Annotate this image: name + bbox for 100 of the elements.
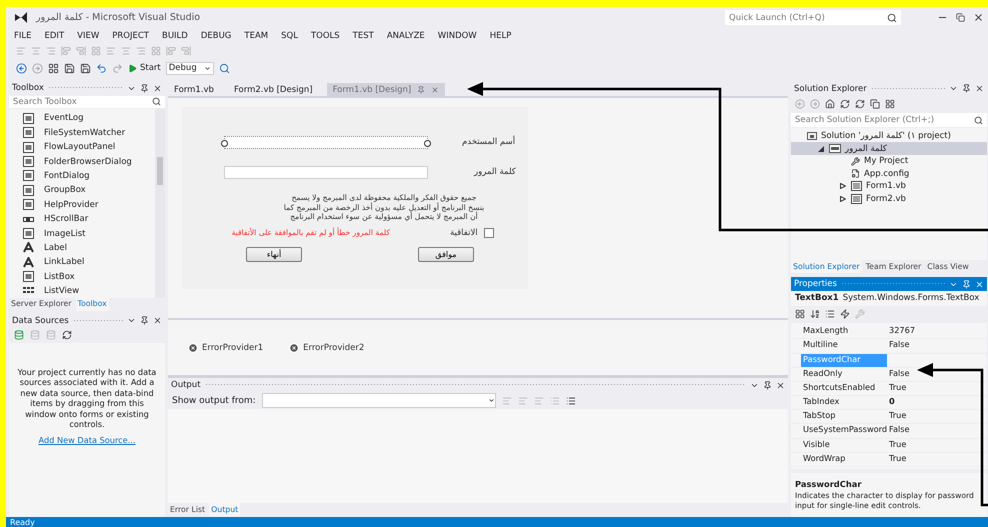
search-icon[interactable] bbox=[887, 12, 897, 22]
toolbox-item[interactable]: EventLog bbox=[9, 111, 155, 126]
toolbox-item[interactable]: ListView bbox=[9, 284, 155, 298]
toolbox-item[interactable]: FlowLayoutPanel bbox=[9, 140, 155, 154]
close-icon[interactable] bbox=[153, 316, 162, 326]
property-value[interactable]: True bbox=[887, 452, 906, 466]
add-data-source-icon[interactable] bbox=[14, 330, 24, 340]
search-field[interactable]: Search Solution Explorer (Ctrl+;) bbox=[791, 113, 987, 127]
toolbox-item[interactable]: LinkLabel bbox=[9, 255, 155, 270]
search-field[interactable]: Search Toolbox bbox=[9, 96, 165, 108]
toolbox-item[interactable]: ListBox bbox=[9, 269, 155, 284]
component-item[interactable]: ErrorProvider1 bbox=[188, 342, 264, 352]
menu-item[interactable]: PROJECT bbox=[112, 30, 149, 40]
exit-button[interactable]: أنهاء bbox=[246, 247, 302, 262]
menu-item[interactable]: FILE bbox=[14, 30, 32, 40]
menu-item[interactable]: WINDOW bbox=[438, 30, 477, 40]
property-name[interactable]: UseSystemPassword bbox=[801, 424, 887, 438]
username-field[interactable] bbox=[224, 136, 428, 148]
menu-item[interactable]: EDIT bbox=[44, 30, 64, 40]
configuration-dropdown[interactable]: Debug bbox=[166, 62, 214, 74]
toolbox-item[interactable]: FileSystemWatcher bbox=[9, 126, 155, 140]
home-icon[interactable] bbox=[825, 98, 835, 109]
letter-a-icon bbox=[23, 242, 34, 254]
quick-launch-field[interactable]: Quick Launch (Ctrl+Q) bbox=[725, 10, 901, 25]
property-value[interactable]: 32767 bbox=[887, 325, 916, 338]
close-icon[interactable] bbox=[975, 84, 984, 94]
lightning-icon[interactable] bbox=[840, 309, 850, 320]
property-name[interactable]: ShortcutsEnabled bbox=[801, 382, 887, 396]
document-tab[interactable]: Form1.vb bbox=[168, 83, 220, 96]
property-name[interactable]: MaxLength bbox=[801, 325, 887, 338]
back-icon[interactable] bbox=[16, 62, 27, 74]
document-tab[interactable]: Form2.vb [Design] bbox=[228, 83, 319, 96]
categorized-icon[interactable] bbox=[795, 309, 805, 320]
ok-button[interactable]: موافق bbox=[418, 247, 474, 262]
property-name[interactable]: TabIndex bbox=[801, 396, 887, 410]
property-value[interactable]: 0 bbox=[887, 396, 895, 410]
pin-icon[interactable] bbox=[763, 380, 772, 390]
property-value[interactable]: False bbox=[887, 368, 910, 381]
pin-icon[interactable] bbox=[140, 84, 149, 93]
toolbox-item[interactable]: GroupBox bbox=[9, 183, 155, 198]
property-value[interactable]: False bbox=[887, 424, 910, 438]
scrollbar[interactable] bbox=[155, 109, 165, 298]
menu-item[interactable]: TEST bbox=[352, 30, 374, 40]
add-data-source-link[interactable]: Add New Data Source... bbox=[38, 435, 136, 446]
tree-item[interactable]: App.config bbox=[791, 167, 987, 180]
menu-item[interactable]: SQL bbox=[281, 30, 298, 40]
toolbox-item[interactable]: ImageList bbox=[9, 226, 155, 241]
window-icon bbox=[23, 112, 34, 124]
form-icon bbox=[851, 181, 862, 192]
wrench-icon[interactable] bbox=[851, 156, 860, 166]
property-name[interactable]: TabStop bbox=[801, 410, 887, 424]
toolbox-item[interactable]: Label bbox=[9, 240, 155, 256]
property-name[interactable]: Multiline bbox=[801, 339, 887, 353]
toolbox-item[interactable]: FontDialog bbox=[9, 168, 155, 184]
property-name[interactable]: Visible bbox=[801, 438, 887, 452]
sync-icon[interactable] bbox=[855, 98, 865, 109]
tree-item[interactable]: My Project bbox=[791, 154, 987, 168]
window-icon bbox=[23, 184, 34, 196]
object-selector[interactable]: TextBox1 System.Windows.Forms.TextBox bbox=[791, 291, 987, 306]
config-file-icon[interactable] bbox=[851, 169, 860, 178]
menu-item[interactable]: ANALYZE bbox=[386, 30, 425, 40]
toolbox-item[interactable]: HelpProvider bbox=[9, 198, 155, 212]
start-button[interactable]: Start bbox=[128, 63, 161, 73]
tree-item[interactable]: Form2.vb bbox=[791, 192, 987, 205]
close-icon[interactable] bbox=[973, 12, 984, 23]
menu-item[interactable]: VIEW bbox=[77, 30, 100, 40]
save-icon[interactable] bbox=[64, 62, 75, 74]
restore-icon[interactable] bbox=[956, 13, 965, 22]
undo-icon[interactable] bbox=[96, 62, 107, 74]
property-value[interactable]: True bbox=[887, 382, 906, 396]
close-icon[interactable] bbox=[153, 84, 162, 93]
toolbox-item[interactable]: HScrollBar bbox=[9, 212, 155, 226]
menu-item[interactable]: TEAM bbox=[244, 30, 268, 40]
checkbox-label: الاتفاقية bbox=[450, 228, 478, 238]
password-field[interactable] bbox=[224, 166, 428, 178]
property-name[interactable]: ReadOnly bbox=[801, 368, 887, 381]
agree-checkbox[interactable] bbox=[484, 228, 494, 238]
search-icon bbox=[152, 97, 161, 106]
menu-item[interactable]: TOOLS bbox=[310, 30, 340, 40]
property-value[interactable]: True bbox=[887, 410, 906, 424]
tree-item[interactable]: Solution 'كلمة المرور' (١ project) bbox=[791, 130, 987, 142]
toolbox-item[interactable]: FolderBrowserDialog bbox=[9, 154, 155, 169]
save-all-icon[interactable] bbox=[80, 62, 91, 74]
property-value[interactable]: False bbox=[887, 339, 910, 353]
pin-icon[interactable] bbox=[140, 316, 149, 326]
tree-item[interactable]: كلمة المرور bbox=[791, 142, 987, 155]
property-name[interactable]: WordWrap bbox=[801, 452, 887, 466]
refresh-icon[interactable] bbox=[62, 330, 72, 340]
sort-icon[interactable] bbox=[810, 309, 820, 320]
property-value[interactable]: True bbox=[887, 438, 906, 452]
menu-item[interactable]: HELP bbox=[490, 30, 512, 40]
tree-item[interactable]: Form1.vb bbox=[791, 180, 987, 192]
play-icon bbox=[128, 64, 137, 72]
expanded-triangle-icon[interactable] bbox=[818, 146, 824, 152]
menu-item[interactable]: BUILD bbox=[162, 30, 188, 40]
component-item[interactable]: ErrorProvider2 bbox=[289, 342, 364, 352]
find-icon[interactable] bbox=[218, 62, 230, 74]
menu-item[interactable]: DEBUG bbox=[200, 30, 232, 40]
pin-icon[interactable] bbox=[962, 84, 971, 94]
close-icon[interactable] bbox=[776, 380, 785, 390]
